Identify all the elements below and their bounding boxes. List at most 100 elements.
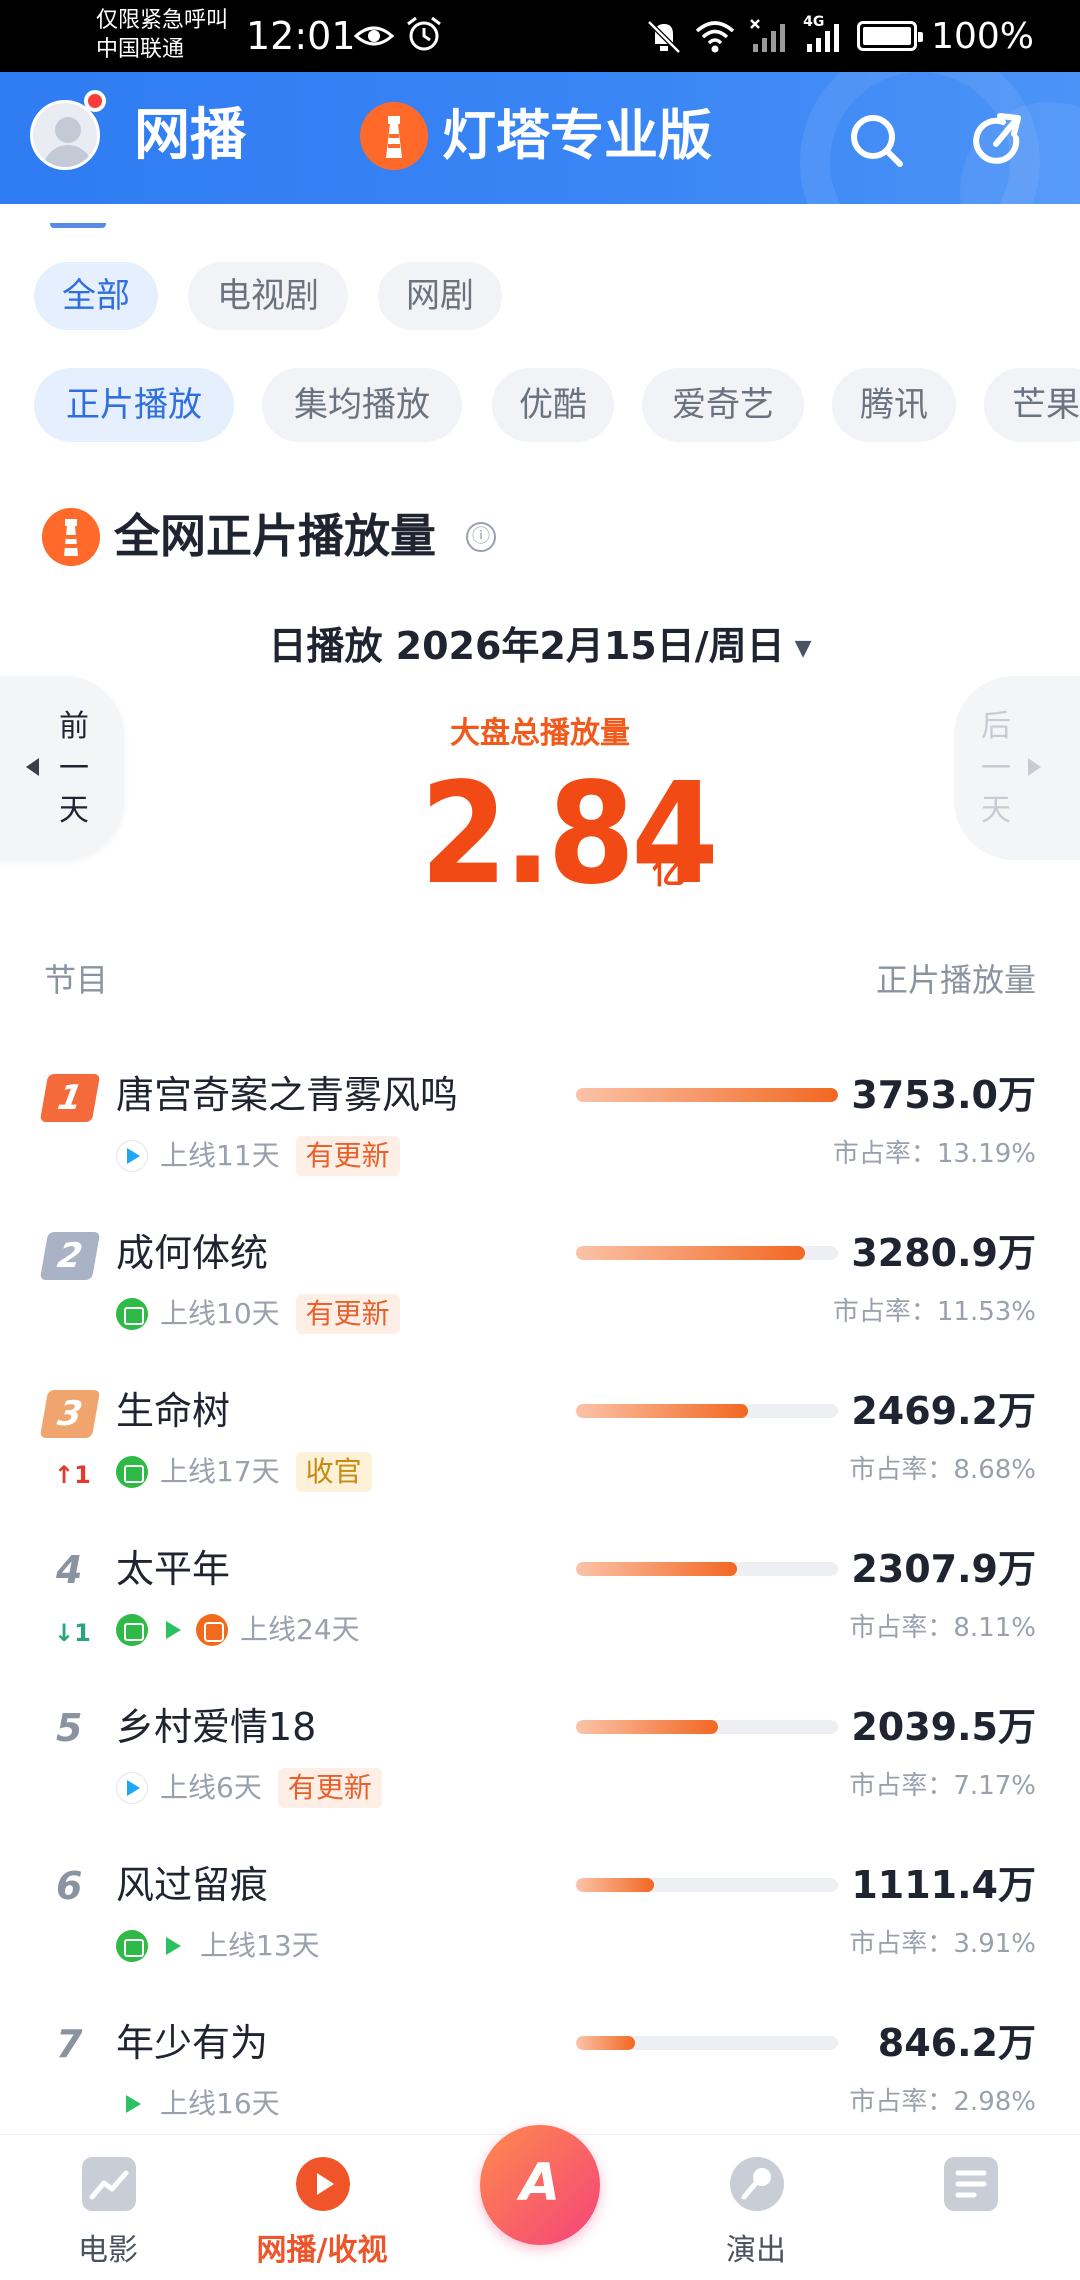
share-bar-track	[576, 1720, 838, 1734]
program-title: 乡村爱情18	[116, 1705, 317, 1749]
online-days: 上线6天	[160, 1771, 262, 1804]
finale-badge: 收官	[295, 1452, 372, 1492]
document-icon	[944, 2157, 998, 2211]
view-count: 846.2万	[877, 2021, 1036, 2065]
list-item[interactable]: 3 ↑1 生命树 上线17天 收官 2469.2万 市占率：8.68%	[0, 1370, 1080, 1528]
rank-number: 7	[56, 2022, 83, 2066]
nav-performance[interactable]: 演出	[656, 2135, 856, 2280]
list-item[interactable]: 5 乡村爱情18 上线6天 有更新 2039.5万 市占率：7.17%	[0, 1686, 1080, 1844]
program-meta: 上线10天 有更新	[116, 1292, 400, 1336]
tab-avg-play[interactable]: 集均播放	[262, 368, 462, 442]
list-item[interactable]: 6 风过留痕 上线13天 1111.4万 市占率：3.91%	[0, 1844, 1080, 2002]
page-title: 网播	[134, 103, 246, 168]
total-unit: 亿	[652, 852, 686, 892]
share-bar-track	[576, 1404, 838, 1418]
program-meta: 上线16天	[116, 2082, 280, 2126]
column-views: 正片播放量	[875, 961, 1036, 999]
signal-1-icon	[750, 19, 786, 52]
youku-logo-icon	[116, 1140, 148, 1172]
tab-iqiyi[interactable]: 爱奇艺	[642, 368, 804, 442]
list-item[interactable]: 4 ↓1 太平年 上线24天 2307.9万 市占率：8.11%	[0, 1528, 1080, 1686]
program-title: 年少有为	[116, 2021, 269, 2065]
list-item[interactable]: 2 成何体统 上线10天 有更新 3280.9万 市占率：11.53%	[0, 1212, 1080, 1370]
rank-up-indicator: ↑1	[54, 1461, 91, 1489]
share-bar-fill	[576, 1720, 719, 1734]
nav-movie-label: 电影	[78, 2233, 138, 2268]
view-count: 3753.0万	[851, 1073, 1036, 1117]
share-bar-fill	[576, 1562, 738, 1576]
share-bar-fill	[576, 1878, 654, 1892]
status-bar: 仅限紧急呼叫 中国联通 12:01 4G 100%	[0, 0, 1080, 72]
market-share: 市占率：3.91%	[849, 1929, 1036, 1959]
nav-webplay[interactable]: 网播/收视	[222, 2135, 422, 2280]
section-title: 全网正片播放量	[114, 509, 436, 563]
rank-number: 5	[56, 1706, 83, 1750]
market-share: 市占率：11.53%	[832, 1297, 1036, 1327]
info-icon[interactable]: ⓘ	[466, 522, 496, 552]
carrier-line-1: 仅限紧急呼叫	[96, 8, 229, 33]
tab-web-series[interactable]: 网剧	[378, 262, 502, 330]
iqiyi-logo-icon	[116, 1930, 148, 1962]
program-title: 生命树	[116, 1389, 231, 1433]
market-share: 市占率：13.19%	[832, 1139, 1036, 1169]
battery-percent: 100%	[931, 15, 1034, 57]
program-meta: 上线13天	[116, 1924, 320, 1968]
tab-tv-series[interactable]: 电视剧	[188, 262, 348, 330]
share-bar-track	[576, 1878, 838, 1892]
lighthouse-section-icon	[42, 508, 100, 566]
tab-youku[interactable]: 优酷	[492, 368, 614, 442]
program-title: 太平年	[116, 1547, 231, 1591]
trend-chart-icon	[82, 2157, 136, 2211]
share-icon[interactable]	[970, 112, 1028, 170]
rank-badge: 1	[39, 1074, 101, 1122]
program-meta: 上线17天 收官	[116, 1450, 372, 1494]
online-days: 上线11天	[160, 1139, 280, 1172]
view-count: 2469.2万	[851, 1389, 1036, 1433]
scrolled-tab-indicator	[50, 208, 106, 228]
share-bar-track	[576, 2036, 838, 2050]
market-share: 市占率：7.17%	[849, 1771, 1036, 1801]
online-days: 上线24天	[240, 1613, 360, 1646]
lighthouse-logo-icon	[360, 102, 428, 170]
nav-webplay-label: 网播/收视	[256, 2233, 388, 2268]
search-icon[interactable]	[848, 112, 906, 170]
clock: 12:01	[246, 14, 356, 58]
ai-assistant-button[interactable]: A	[480, 2125, 600, 2245]
arrow-right-icon	[1028, 758, 1041, 776]
next-day-button[interactable]: 后一天	[954, 676, 1080, 860]
share-bar-track	[576, 1562, 838, 1576]
rank-number: 4	[56, 1548, 83, 1592]
caret-down-icon: ▼	[794, 635, 812, 661]
bottom-nav: 电影 网播/收视 A 演出	[0, 2125, 1080, 2280]
nav-performance-label: 演出	[726, 2233, 786, 2268]
tab-tencent[interactable]: 腾讯	[832, 368, 956, 442]
notification-dot	[84, 90, 106, 112]
update-badge: 有更新	[295, 1136, 400, 1176]
market-share: 市占率：2.98%	[849, 2087, 1036, 2117]
tab-mango[interactable]: 芒果	[984, 368, 1080, 442]
rank-badge: 2	[39, 1232, 101, 1280]
carrier-line-2: 中国联通	[96, 37, 185, 62]
tab-main-play[interactable]: 正片播放	[34, 368, 234, 442]
tencent-logo-icon	[156, 1614, 188, 1646]
view-count: 1111.4万	[851, 1863, 1036, 1907]
wifi-icon	[695, 21, 735, 53]
share-bar-track	[576, 1088, 838, 1102]
share-bar-fill	[576, 1088, 838, 1102]
date-selector[interactable]: 日播放 2026年2月15日/周日 ▼	[0, 620, 1080, 675]
prev-day-button[interactable]: 前一天	[0, 676, 124, 860]
share-bar-fill	[576, 1404, 749, 1418]
tab-all[interactable]: 全部	[34, 262, 158, 330]
brand-name: 灯塔专业版	[442, 104, 712, 167]
nav-movie[interactable]: 电影	[8, 2135, 208, 2280]
program-title: 成何体统	[116, 1231, 269, 1275]
share-bar-track	[576, 1246, 838, 1260]
market-share: 市占率：8.68%	[849, 1455, 1036, 1485]
rank-number: 6	[56, 1864, 83, 1908]
total-label: 大盘总播放量	[450, 716, 630, 751]
program-meta: 上线6天 有更新	[116, 1766, 382, 1810]
rank-down-indicator: ↓1	[54, 1619, 91, 1647]
nav-report[interactable]	[870, 2135, 1070, 2280]
battery-icon	[857, 21, 924, 51]
list-item[interactable]: 1 唐宫奇案之青雾风鸣 上线11天 有更新 3753.0万 市占率：13.19%	[0, 1054, 1080, 1212]
